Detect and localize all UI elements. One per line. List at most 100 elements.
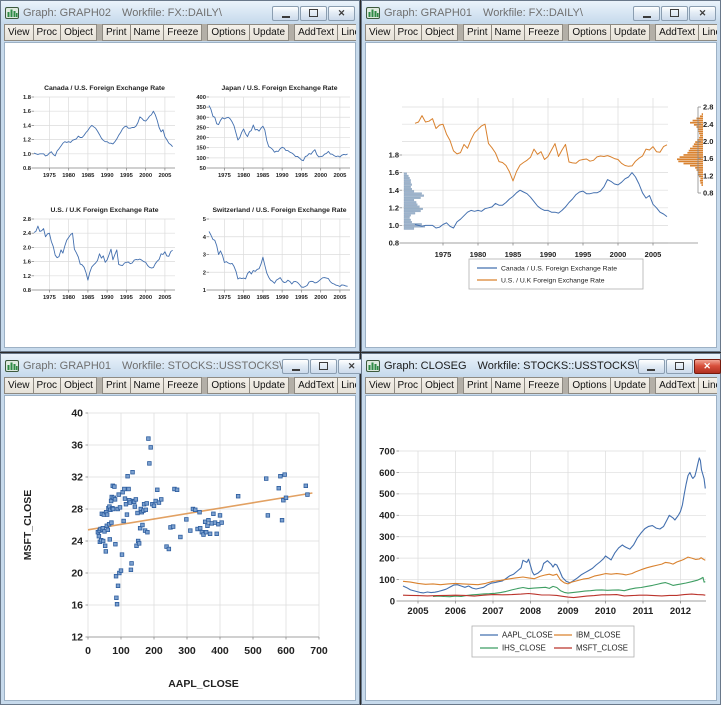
svg-text:1.2: 1.2 [23, 274, 31, 280]
toolbar-button-freeze[interactable]: Freeze [163, 24, 202, 41]
toolbar-button-line-shade[interactable]: Line/Shade [698, 24, 717, 41]
toolbar-button-object[interactable]: Object [421, 377, 458, 394]
toolbar-button-print[interactable]: Print [463, 24, 492, 41]
desktop: Graph: GRAPH02 Workfile: FX::DAILY\ ✕ Vi… [0, 0, 721, 705]
toolbar-button-options[interactable]: Options [207, 24, 249, 41]
minimize-icon [647, 369, 655, 371]
toolbar-button-addtext[interactable]: AddText [655, 24, 699, 41]
window-closeg[interactable]: Graph: CLOSEG Workfile: STOCKS::USSTOCKS… [361, 353, 721, 705]
toolbar-button-line-shade[interactable]: Line/Shade [337, 24, 356, 41]
svg-text:12: 12 [71, 632, 83, 644]
toolbar-button-print[interactable]: Print [102, 24, 131, 41]
svg-text:2.8: 2.8 [703, 103, 713, 112]
svg-text:1.2: 1.2 [703, 171, 713, 180]
svg-text:2009: 2009 [557, 606, 578, 617]
svg-text:1980: 1980 [62, 173, 75, 179]
window-graph01-stocks[interactable]: Graph: GRAPH01 Workfile: STOCKS::USSTOCK… [0, 353, 360, 705]
toolbar-button-addtext[interactable]: AddText [294, 377, 338, 394]
toolbar-button-name[interactable]: Name [130, 377, 165, 394]
minimize-button[interactable] [633, 6, 660, 21]
svg-text:1980: 1980 [470, 250, 487, 259]
maximize-button[interactable] [661, 6, 688, 21]
toolbar-button-options[interactable]: Options [568, 377, 610, 394]
toolbar-button-view[interactable]: View [4, 377, 34, 394]
svg-text:1975: 1975 [218, 173, 232, 179]
svg-text:1995: 1995 [120, 173, 134, 179]
toolbar-button-print[interactable]: Print [102, 377, 131, 394]
japan-fx-chart: 1975198019851990199520002005501001502002… [184, 81, 356, 201]
toolbar-button-object[interactable]: Object [60, 24, 97, 41]
svg-text:100: 100 [112, 645, 130, 657]
toolbar-button-view[interactable]: View [365, 24, 395, 41]
graph-client-area: 2005200620072008200920102011201201002003… [365, 395, 717, 701]
graph-icon [5, 7, 19, 19]
maximize-button[interactable] [666, 359, 693, 374]
toolbar-button-view[interactable]: View [365, 377, 395, 394]
toolbar-button-name[interactable]: Name [491, 377, 526, 394]
close-button[interactable]: ✕ [328, 6, 355, 21]
toolbar-button-name[interactable]: Name [491, 24, 526, 41]
minimize-button[interactable] [638, 359, 665, 374]
svg-text:1995: 1995 [575, 250, 592, 259]
minimize-icon [292, 369, 300, 371]
titlebar[interactable]: Graph: GRAPH02 Workfile: FX::DAILY\ ✕ [4, 3, 356, 23]
toolbar-button-line-shade[interactable]: Line/Shade [337, 377, 356, 394]
window-graph01-fx[interactable]: Graph: GRAPH01 Workfile: FX::DAILY\ ✕ Vi… [361, 0, 721, 352]
toolbar-button-proc[interactable]: Proc [394, 24, 423, 41]
toolbar-button-object[interactable]: Object [60, 377, 97, 394]
svg-text:1995: 1995 [120, 295, 134, 301]
toolbar-button-update[interactable]: Update [249, 377, 289, 394]
svg-text:600: 600 [379, 468, 395, 479]
close-button[interactable]: ✕ [694, 359, 721, 374]
svg-text:1985: 1985 [256, 295, 270, 301]
toolbar-button-print[interactable]: Print [463, 377, 492, 394]
maximize-button[interactable] [300, 6, 327, 21]
toolbar-button-update[interactable]: Update [610, 377, 650, 394]
svg-text:1990: 1990 [276, 173, 289, 179]
window-graph02-fx[interactable]: Graph: GRAPH02 Workfile: FX::DAILY\ ✕ Vi… [0, 0, 360, 352]
toolbar-button-freeze[interactable]: Freeze [163, 377, 202, 394]
toolbar-button-update[interactable]: Update [610, 24, 650, 41]
toolbar-button-addtext[interactable]: AddText [655, 377, 699, 394]
toolbar-button-proc[interactable]: Proc [394, 377, 423, 394]
svg-text:1985: 1985 [81, 173, 95, 179]
toolbar-button-addtext[interactable]: AddText [294, 24, 338, 41]
titlebar[interactable]: Graph: CLOSEG Workfile: STOCKS::USSTOCKS… [365, 356, 717, 376]
svg-text:1.6: 1.6 [703, 154, 713, 163]
svg-text:50: 50 [200, 166, 206, 172]
toolbar-button-freeze[interactable]: Freeze [524, 24, 563, 41]
titlebar[interactable]: Graph: GRAPH01 Workfile: FX::DAILY\ ✕ [365, 3, 717, 23]
svg-text:150: 150 [196, 146, 206, 152]
toolbar-button-options[interactable]: Options [568, 24, 610, 41]
svg-text:MSFT_CLOSE: MSFT_CLOSE [576, 644, 628, 653]
toolbar-button-proc[interactable]: Proc [33, 24, 62, 41]
svg-text:700: 700 [379, 446, 395, 457]
minimize-button[interactable] [282, 359, 309, 374]
window-workfile: Workfile: STOCKS::USSTOCKS\ [478, 360, 638, 372]
svg-text:2: 2 [203, 270, 206, 276]
svg-text:2005: 2005 [645, 250, 662, 259]
toolbar-button-line-shade[interactable]: Line/Shade [698, 377, 717, 394]
toolbar-button-view[interactable]: View [4, 24, 34, 41]
svg-text:16: 16 [71, 600, 83, 612]
toolbar-button-freeze[interactable]: Freeze [524, 377, 563, 394]
toolbar-button-name[interactable]: Name [130, 24, 165, 41]
close-button[interactable]: ✕ [689, 6, 716, 21]
svg-text:100: 100 [379, 575, 395, 586]
titlebar[interactable]: Graph: GRAPH01 Workfile: STOCKS::USSTOCK… [4, 356, 356, 376]
maximize-button[interactable] [310, 359, 337, 374]
toolbar-button-proc[interactable]: Proc [33, 377, 62, 394]
svg-text:250: 250 [196, 125, 206, 131]
minimize-button[interactable] [272, 6, 299, 21]
svg-text:2.0: 2.0 [23, 245, 31, 251]
toolbar: ViewProcObject PrintNameFreeze OptionsUpda… [4, 24, 356, 41]
toolbar-button-options[interactable]: Options [207, 377, 249, 394]
toolbar-button-object[interactable]: Object [421, 24, 458, 41]
svg-text:28: 28 [71, 504, 83, 516]
close-icon: ✕ [703, 362, 711, 371]
svg-text:U.S. / U.K Foreign Exchange Ra: U.S. / U.K Foreign Exchange Rate [501, 277, 605, 284]
close-icon: ✕ [699, 9, 707, 18]
svg-text:2005: 2005 [158, 173, 172, 179]
svg-text:1985: 1985 [256, 173, 270, 179]
toolbar-button-update[interactable]: Update [249, 24, 289, 41]
